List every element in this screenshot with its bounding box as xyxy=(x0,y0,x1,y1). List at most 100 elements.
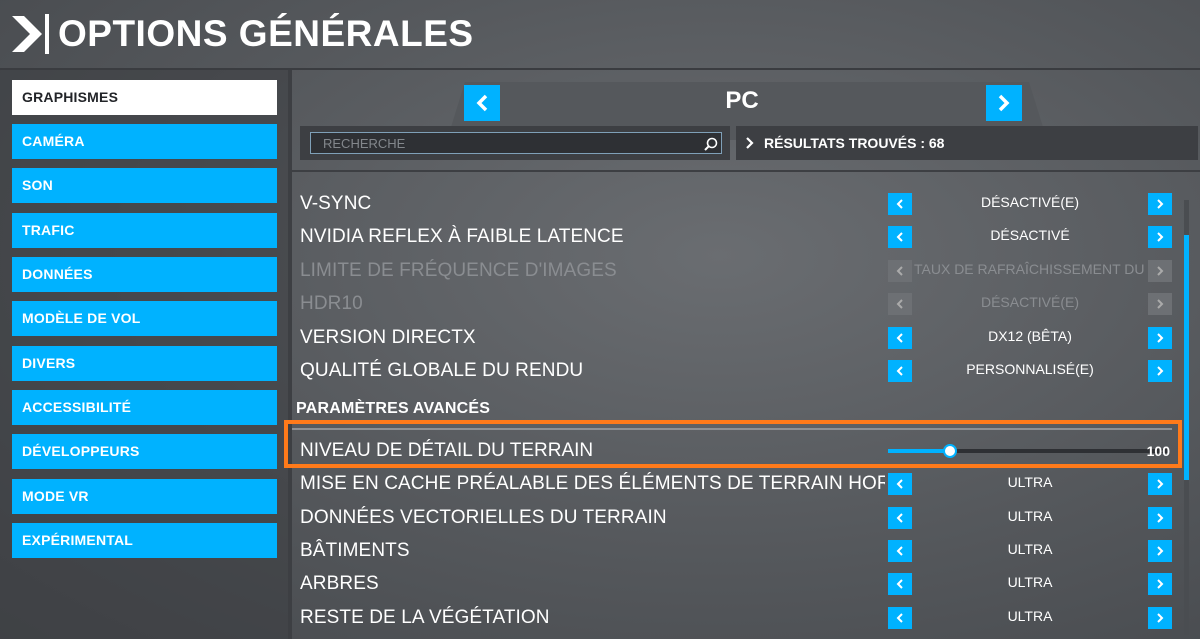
setting-prev-button[interactable] xyxy=(888,473,912,495)
sidebar: GRAPHISMES CAMÉRA SON TRAFIC DONNÉES MOD… xyxy=(0,70,288,639)
chevron-right-icon xyxy=(1157,232,1164,242)
setting-value: ULTRA xyxy=(1007,608,1053,624)
setting-row-vegetation: RESTE DE LA VÉGÉTATION ULTRA xyxy=(292,601,1172,634)
setting-next-button[interactable] xyxy=(1148,226,1172,248)
setting-label: ARBRES xyxy=(300,573,379,594)
chevron-right-icon xyxy=(1157,366,1164,376)
search-bar xyxy=(300,126,730,160)
search-icon[interactable] xyxy=(704,137,718,151)
setting-next-button[interactable] xyxy=(1148,607,1172,629)
setting-label: BÂTIMENTS xyxy=(300,540,410,561)
chevron-right-icon xyxy=(1157,199,1164,209)
setting-value: DÉSACTIVÉ(E) xyxy=(980,194,1079,210)
slider-fill xyxy=(888,449,950,453)
sidebar-item-mode-vr[interactable]: MODE VR xyxy=(12,479,277,514)
setting-prev-button xyxy=(888,260,912,282)
setting-next-button[interactable] xyxy=(1148,360,1172,382)
chevron-right-icon xyxy=(1157,546,1164,556)
chevron-left-icon xyxy=(896,546,903,556)
setting-prev-button[interactable] xyxy=(888,507,912,529)
setting-value: ULTRA xyxy=(1007,474,1053,490)
setting-prev-button[interactable] xyxy=(888,573,912,595)
setting-value: TAUX DE RAFRAÎCHISSEMENT DU MONITEUR xyxy=(914,261,1146,277)
setting-next-button[interactable] xyxy=(1148,193,1172,215)
sidebar-item-divers[interactable]: DIVERS xyxy=(12,346,277,381)
setting-label: HDR10 xyxy=(300,293,363,314)
setting-label: NVIDIA REFLEX À FAIBLE LATENCE xyxy=(300,226,624,247)
search-input[interactable] xyxy=(310,132,722,154)
setting-label: NIVEAU DE DÉTAIL DU TERRAIN xyxy=(300,440,594,461)
setting-value: PERSONNALISÉ(E) xyxy=(966,361,1094,377)
setting-row-trees: ARBRES ULTRA xyxy=(292,567,1172,600)
header: OPTIONS GÉNÉRALES xyxy=(0,0,1200,68)
sidebar-item-donnees[interactable]: DONNÉES xyxy=(12,257,277,292)
setting-prev-button[interactable] xyxy=(888,193,912,215)
setting-prev-button[interactable] xyxy=(888,360,912,382)
setting-row-frame-rate-limit: LIMITE DE FRÉQUENCE D'IMAGES TAUX DE RAF… xyxy=(292,254,1172,287)
results-bar: RÉSULTATS TROUVÉS : 68 xyxy=(736,126,1198,160)
chevron-right-icon xyxy=(746,137,754,149)
settings-panel: PC RÉSULTATS TROUVÉS : 68 V-SYNC DÉSACTI… xyxy=(284,70,1200,639)
chevron-left-icon xyxy=(896,199,903,209)
sidebar-item-graphismes[interactable]: GRAPHISMES xyxy=(12,80,277,115)
setting-label: MISE EN CACHE PRÉALABLE DES ÉLÉMENTS DE … xyxy=(300,473,885,494)
setting-value: ULTRA xyxy=(1007,508,1053,524)
setting-next-button[interactable] xyxy=(1148,327,1172,349)
setting-row-hdr10: HDR10 DÉSACTIVÉ(E) xyxy=(292,287,1172,320)
setting-value: DÉSACTIVÉ xyxy=(990,227,1070,243)
chevron-right-icon xyxy=(1157,579,1164,589)
page-title: OPTIONS GÉNÉRALES xyxy=(58,13,474,54)
chevron-left-icon xyxy=(896,513,903,523)
setting-next-button[interactable] xyxy=(1148,507,1172,529)
setting-row-directx: VERSION DIRECTX DX12 (BÊTA) xyxy=(292,321,1172,354)
chevron-right-icon xyxy=(1157,513,1164,523)
platform-label: PC xyxy=(725,87,759,114)
chevron-left-icon xyxy=(896,299,903,309)
setting-next-button[interactable] xyxy=(1148,540,1172,562)
chevron-right-icon xyxy=(1157,333,1164,343)
setting-label: V-SYNC xyxy=(300,193,372,214)
platform-next-button[interactable] xyxy=(986,85,1022,121)
setting-row-terrain-lod: NIVEAU DE DÉTAIL DU TERRAIN 100 xyxy=(292,433,1172,469)
setting-value: DÉSACTIVÉ(E) xyxy=(980,294,1079,310)
chevron-left-icon xyxy=(476,94,488,112)
chevron-right-icon xyxy=(1157,299,1164,309)
scrollbar-thumb[interactable] xyxy=(1184,235,1189,480)
setting-row-nvidia-reflex: NVIDIA REFLEX À FAIBLE LATENCE DÉSACTIVÉ xyxy=(292,220,1172,253)
setting-prev-button[interactable] xyxy=(888,607,912,629)
chevron-right-icon xyxy=(998,94,1010,112)
sidebar-item-camera[interactable]: CAMÉRA xyxy=(12,124,277,159)
sidebar-item-son[interactable]: SON xyxy=(12,168,277,203)
section-title-advanced: PARAMÈTRES AVANCÉS xyxy=(296,400,491,417)
setting-label: DONNÉES VECTORIELLES DU TERRAIN xyxy=(300,507,667,528)
sidebar-item-experimental[interactable]: EXPÉRIMENTAL xyxy=(12,523,277,558)
header-separator xyxy=(45,14,49,54)
chevron-right-icon xyxy=(1157,479,1164,489)
setting-label: VERSION DIRECTX xyxy=(300,327,476,348)
chevron-right-icon[interactable] xyxy=(10,14,44,54)
setting-value: DX12 (BÊTA) xyxy=(988,328,1072,344)
sidebar-item-modele-de-vol[interactable]: MODÈLE DE VOL xyxy=(12,301,277,336)
setting-prev-button xyxy=(888,293,912,315)
setting-row-vsync: V-SYNC DÉSACTIVÉ(E) xyxy=(292,187,1172,220)
setting-prev-button[interactable] xyxy=(888,327,912,349)
slider-thumb[interactable] xyxy=(943,444,957,458)
platform-prev-button[interactable] xyxy=(464,85,500,121)
chevron-left-icon xyxy=(896,479,903,489)
chevron-left-icon xyxy=(896,366,903,376)
setting-prev-button[interactable] xyxy=(888,540,912,562)
setting-next-button[interactable] xyxy=(1148,573,1172,595)
sidebar-item-accessibilite[interactable]: ACCESSIBILITÉ xyxy=(12,390,277,425)
setting-next-button[interactable] xyxy=(1148,473,1172,495)
setting-prev-button[interactable] xyxy=(888,226,912,248)
slider-value: 100 xyxy=(1146,443,1170,459)
setting-value: ULTRA xyxy=(1007,541,1053,557)
chevron-right-icon xyxy=(1157,266,1164,276)
sidebar-item-trafic[interactable]: TRAFIC xyxy=(12,213,277,248)
setting-row-terrain-cache: MISE EN CACHE PRÉALABLE DES ÉLÉMENTS DE … xyxy=(292,467,1172,500)
chevron-left-icon xyxy=(896,232,903,242)
setting-value: ULTRA xyxy=(1007,574,1053,590)
setting-label: QUALITÉ GLOBALE DU RENDU xyxy=(300,360,584,381)
chevron-left-icon xyxy=(896,333,903,343)
sidebar-item-developpeurs[interactable]: DÉVELOPPEURS xyxy=(12,434,277,469)
